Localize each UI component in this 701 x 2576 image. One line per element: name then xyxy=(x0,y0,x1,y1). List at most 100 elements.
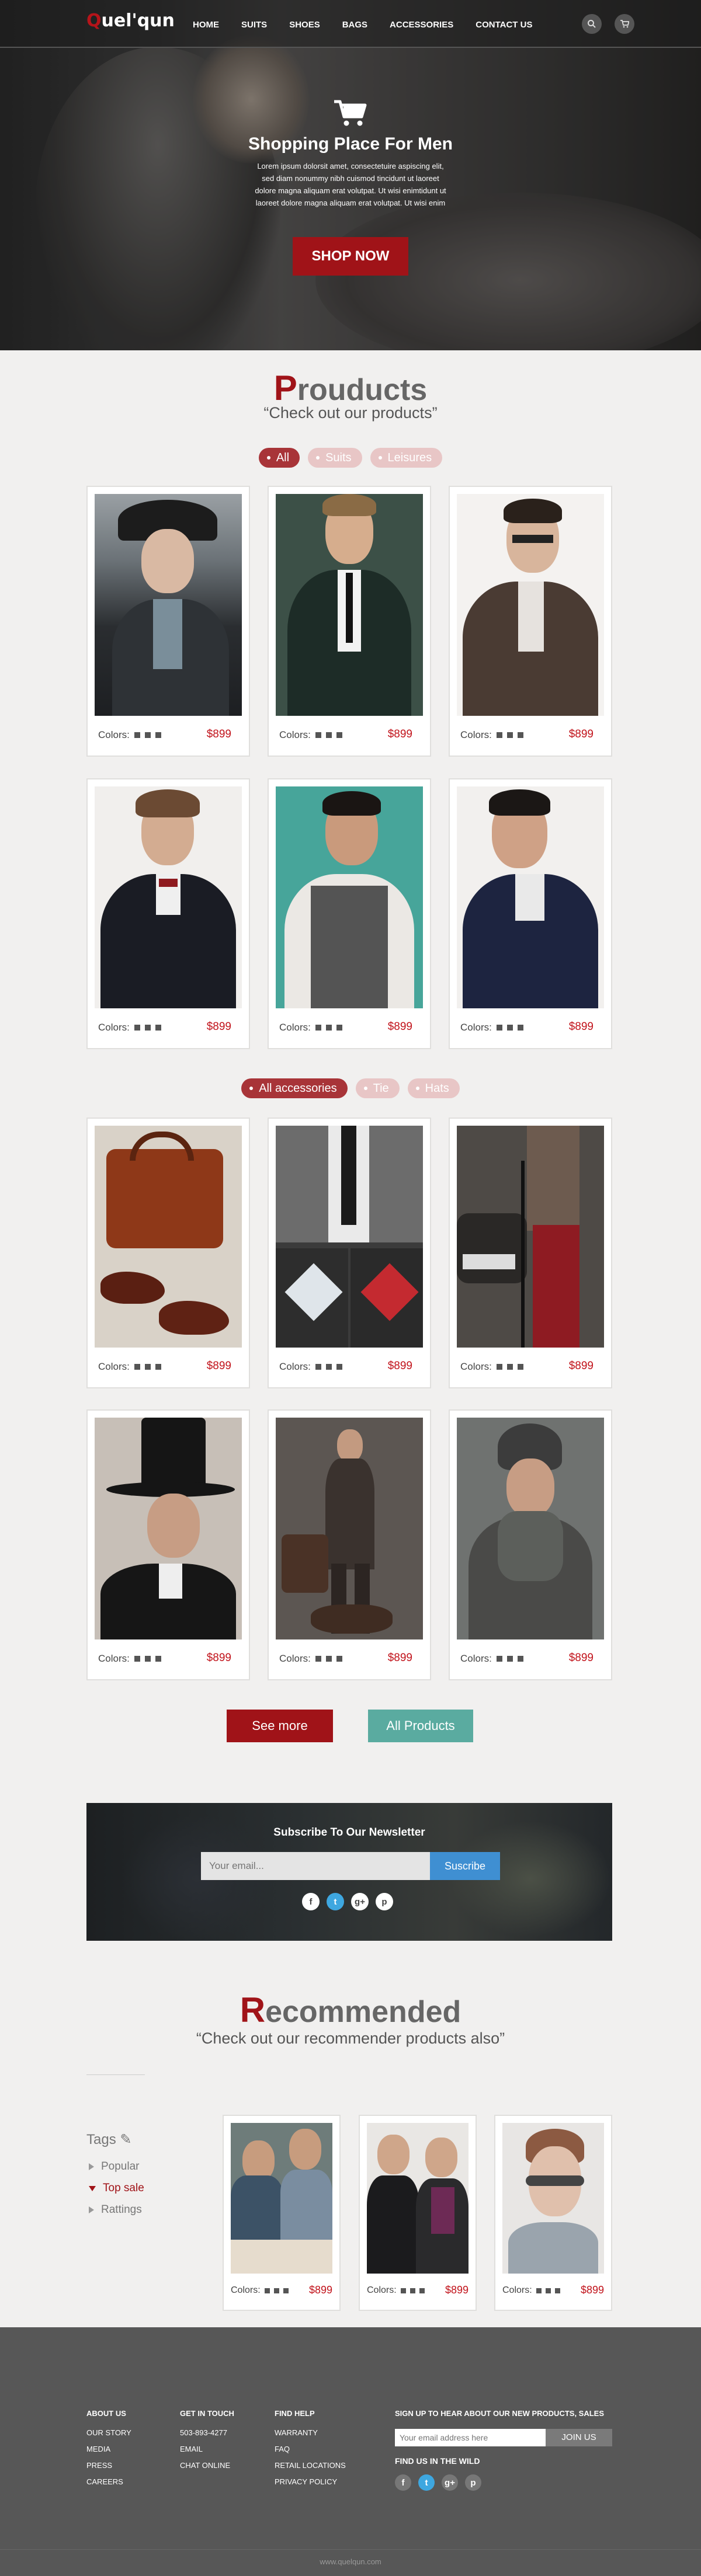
color-swatch[interactable] xyxy=(419,2288,425,2293)
footer-link[interactable]: CAREERS xyxy=(86,2477,131,2486)
color-swatch[interactable] xyxy=(283,2288,289,2293)
product-card[interactable]: Colors: $899 xyxy=(268,1118,431,1388)
recommended-card[interactable]: Colors: $899 xyxy=(223,2115,341,2311)
product-card[interactable]: Colors: $899 xyxy=(268,778,431,1049)
color-swatch[interactable] xyxy=(536,2288,542,2293)
menu-item-bags[interactable]: BAGS xyxy=(342,20,367,30)
color-swatch[interactable] xyxy=(517,1025,523,1031)
color-swatch[interactable] xyxy=(155,1364,161,1370)
filter-leisures[interactable]: Leisures xyxy=(370,448,443,468)
filter-hats[interactable]: Hats xyxy=(407,1078,460,1098)
menu-item-home[interactable]: HOME xyxy=(193,20,219,30)
color-swatch[interactable] xyxy=(496,732,502,738)
product-card[interactable]: Colors: $899 xyxy=(449,1118,612,1388)
color-swatch[interactable] xyxy=(273,2288,279,2293)
menu-item-accessories[interactable]: ACCESSORIES xyxy=(390,20,453,30)
color-swatch[interactable] xyxy=(325,1656,332,1662)
all-products-button[interactable]: All Products xyxy=(368,1710,473,1742)
product-card[interactable]: Colors: $899 xyxy=(268,1409,431,1680)
footer-link[interactable]: PRESS xyxy=(86,2461,131,2470)
footer-link[interactable]: CHAT ONLINE xyxy=(180,2461,234,2470)
filter-suits[interactable]: Suits xyxy=(308,448,362,468)
color-swatch[interactable] xyxy=(336,732,342,738)
google-plus-icon[interactable]: g+ xyxy=(351,1893,369,1910)
color-swatch[interactable] xyxy=(506,732,513,738)
color-swatch[interactable] xyxy=(315,1364,321,1370)
tag-ratings[interactable]: Rattings xyxy=(89,2203,142,2216)
color-swatch[interactable] xyxy=(144,1656,151,1662)
color-swatch[interactable] xyxy=(545,2288,551,2293)
color-swatch[interactable] xyxy=(410,2288,415,2293)
color-swatch[interactable] xyxy=(496,1656,502,1662)
pinterest-icon[interactable]: p xyxy=(376,1893,393,1910)
color-swatch[interactable] xyxy=(336,1025,342,1031)
color-swatch[interactable] xyxy=(496,1364,502,1370)
recommended-card[interactable]: Colors: $899 xyxy=(359,2115,477,2311)
color-swatch[interactable] xyxy=(517,1656,523,1662)
product-card[interactable]: Colors: $899 xyxy=(268,486,431,757)
product-card[interactable]: Colors: $899 xyxy=(86,778,250,1049)
facebook-icon[interactable]: f xyxy=(395,2474,411,2491)
color-swatch[interactable] xyxy=(134,732,140,738)
color-swatch[interactable] xyxy=(325,1025,332,1031)
facebook-icon[interactable]: f xyxy=(302,1893,320,1910)
color-swatch[interactable] xyxy=(506,1364,513,1370)
twitter-icon[interactable]: t xyxy=(327,1893,344,1910)
shop-now-button[interactable]: SHOP NOW xyxy=(293,237,408,276)
color-swatch[interactable] xyxy=(144,1025,151,1031)
tag-popular[interactable]: Popular xyxy=(89,2160,140,2173)
newsletter-email-input[interactable] xyxy=(201,1852,430,1880)
footer-link[interactable]: OUR STORY xyxy=(86,2428,131,2437)
color-swatch[interactable] xyxy=(336,1656,342,1662)
footer-link[interactable]: MEDIA xyxy=(86,2445,131,2453)
color-swatch[interactable] xyxy=(134,1025,140,1031)
color-swatch[interactable] xyxy=(506,1025,513,1031)
color-swatch[interactable] xyxy=(155,732,161,738)
filter-all-accessories[interactable]: All accessories xyxy=(241,1078,348,1098)
google-plus-icon[interactable]: g+ xyxy=(442,2474,458,2491)
tag-top-sale[interactable]: Top sale xyxy=(89,2182,144,2195)
color-swatch[interactable] xyxy=(144,1364,151,1370)
menu-item-contact[interactable]: CONTACT US xyxy=(476,20,532,30)
footer-link[interactable]: RETAIL LOCATIONS xyxy=(275,2461,346,2470)
brand-logo[interactable]: Quel'qun xyxy=(86,11,175,31)
color-swatch[interactable] xyxy=(517,1364,523,1370)
product-card[interactable]: Colors: $899 xyxy=(449,1409,612,1680)
filter-all[interactable]: All xyxy=(258,448,300,468)
color-swatch[interactable] xyxy=(134,1656,140,1662)
product-card[interactable]: Colors: $899 xyxy=(86,1409,250,1680)
product-card[interactable]: Colors: $899 xyxy=(449,778,612,1049)
color-swatch[interactable] xyxy=(517,732,523,738)
footer-link[interactable]: WARRANTY xyxy=(275,2428,346,2437)
color-swatch[interactable] xyxy=(336,1364,342,1370)
product-card[interactable]: Colors: $899 xyxy=(86,486,250,757)
color-swatch[interactable] xyxy=(155,1656,161,1662)
search-icon[interactable] xyxy=(582,14,602,34)
pinterest-icon[interactable]: p xyxy=(465,2474,481,2491)
see-more-button[interactable]: See more xyxy=(227,1710,333,1742)
color-swatch[interactable] xyxy=(144,732,151,738)
footer-email-input[interactable] xyxy=(395,2429,546,2446)
footer-copyright[interactable]: www.quelqun.com xyxy=(0,2557,701,2566)
subscribe-button[interactable]: Suscribe xyxy=(430,1852,500,1880)
footer-link[interactable]: FAQ xyxy=(275,2445,346,2453)
join-us-button[interactable]: JOIN US xyxy=(546,2429,612,2446)
color-swatch[interactable] xyxy=(325,1364,332,1370)
color-swatch[interactable] xyxy=(315,732,321,738)
filter-tie[interactable]: Tie xyxy=(355,1078,400,1098)
color-swatch[interactable] xyxy=(506,1656,513,1662)
recommended-card[interactable]: Colors: $899 xyxy=(494,2115,612,2311)
color-swatch[interactable] xyxy=(325,732,332,738)
color-swatch[interactable] xyxy=(400,2288,406,2293)
color-swatch[interactable] xyxy=(315,1656,321,1662)
color-swatch[interactable] xyxy=(264,2288,270,2293)
twitter-icon[interactable]: t xyxy=(418,2474,435,2491)
menu-item-suits[interactable]: SUITS xyxy=(241,20,267,30)
product-card[interactable]: Colors: $899 xyxy=(449,486,612,757)
cart-icon[interactable] xyxy=(615,14,634,34)
menu-item-shoes[interactable]: SHOES xyxy=(289,20,320,30)
footer-phone[interactable]: 503-893-4277 xyxy=(180,2428,234,2437)
color-swatch[interactable] xyxy=(315,1025,321,1031)
color-swatch[interactable] xyxy=(496,1025,502,1031)
color-swatch[interactable] xyxy=(155,1025,161,1031)
